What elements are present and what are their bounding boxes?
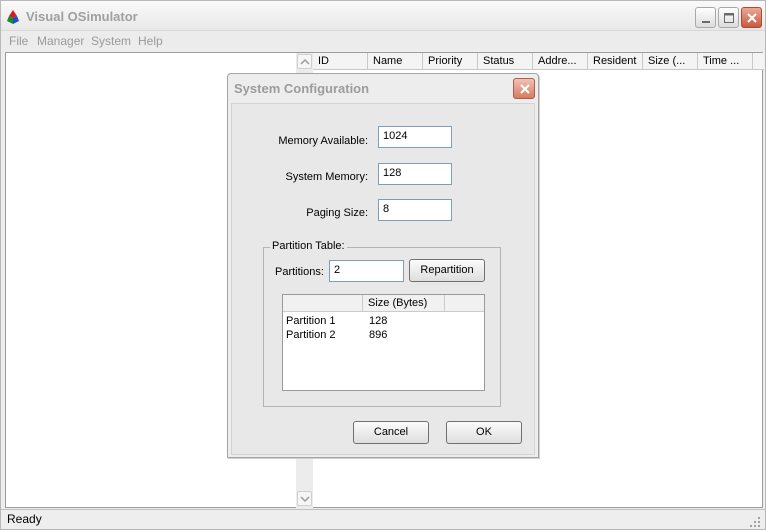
chevron-down-icon [300,496,310,503]
memory-available-input[interactable]: 1024 [378,126,452,148]
partition-name-column-header[interactable] [283,295,363,312]
partition-extra-column-header[interactable] [445,295,484,312]
ok-button[interactable]: OK [446,421,522,444]
close-icon [520,84,530,94]
resize-grip-icon[interactable] [749,516,761,528]
system-memory-input[interactable]: 128 [378,163,452,185]
partition-table-caption: Partition Table: [270,240,347,252]
column-header-address[interactable]: Addre... [533,53,588,70]
partition-list-header: Size (Bytes) [283,295,484,312]
partition-name: Partition 2 [286,329,336,341]
status-text: Ready [7,512,42,526]
partition-table-group: Partition Table: Partitions: 2 Repartiti… [263,240,501,407]
column-header-id[interactable]: ID [313,53,368,70]
minimize-icon [702,21,710,23]
partitions-label: Partitions: [275,266,324,278]
list-item[interactable]: Partition 2 896 [283,329,484,343]
partition-size: 128 [369,315,388,327]
partition-size-column-header[interactable]: Size (Bytes) [363,295,445,312]
cancel-button[interactable]: Cancel [353,421,429,444]
column-header-size[interactable]: Size (... [643,53,698,70]
partitions-input[interactable]: 2 [329,260,404,282]
menu-help[interactable]: Help [138,34,163,48]
close-icon [747,13,757,23]
process-list-header: ID Name Priority Status Addre... Residen… [313,53,764,70]
scroll-down-button[interactable] [297,491,312,506]
title-bar[interactable]: Visual OSimulator [1,1,765,31]
close-button[interactable] [741,7,762,28]
list-item[interactable]: Partition 1 128 [283,315,484,329]
repartition-button[interactable]: Repartition [409,259,485,282]
dialog-body: Memory Available: 1024 System Memory: 12… [231,103,535,455]
system-configuration-dialog: System Configuration Memory Available: 1… [227,73,539,458]
chevron-up-icon [300,58,310,65]
menu-system[interactable]: System [91,34,131,48]
column-header-time[interactable]: Time ... [698,53,753,70]
dialog-title: System Configuration [234,81,370,96]
maximize-button[interactable] [718,7,739,28]
window-title: Visual OSimulator [26,9,138,24]
maximize-icon [724,13,734,23]
scroll-up-button[interactable] [297,54,312,69]
system-memory-label: System Memory: [285,171,368,183]
column-header-resident[interactable]: Resident [588,53,643,70]
menu-file[interactable]: File [9,34,28,48]
dialog-close-button[interactable] [513,78,535,99]
partition-list[interactable]: Size (Bytes) Partition 1 128 Partition 2… [282,294,485,391]
column-header-status[interactable]: Status [478,53,533,70]
minimize-button[interactable] [695,7,716,28]
partition-size: 896 [369,329,388,341]
column-header-name[interactable]: Name [368,53,423,70]
paging-size-label: Paging Size: [306,207,368,219]
partition-name: Partition 1 [286,315,336,327]
paging-size-input[interactable]: 8 [378,199,452,221]
app-logo-icon [7,10,19,24]
memory-available-label: Memory Available: [278,135,368,147]
menu-manager[interactable]: Manager [37,34,84,48]
status-bar: Ready [1,509,765,529]
menu-bar: File Manager System Help [1,31,765,51]
column-header-priority[interactable]: Priority [423,53,478,70]
